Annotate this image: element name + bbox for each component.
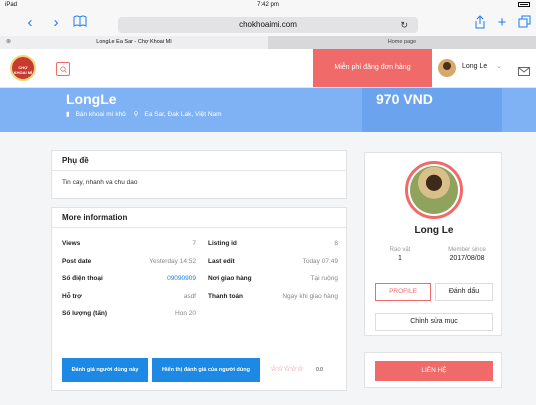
browser-toolbar: ‹ › chokhoaimi.com ↻ + <box>0 12 536 36</box>
listing-category[interactable]: Bán khoai mì khô <box>76 111 126 118</box>
more-info-card: More information Views 7 Listing id 8 Po… <box>51 207 347 391</box>
posts-stat: Rao vặt 1 <box>370 247 430 262</box>
forward-icon[interactable]: › <box>48 15 64 31</box>
info-key: Hỗ trợ <box>62 292 82 300</box>
stat-value: 1 <box>398 255 402 262</box>
ipad-screen: iPad 7:42 pm ‹ › chokhoaimi.com ↻ + ⊗ Lo… <box>0 0 536 405</box>
stat-label: Rao vặt <box>389 247 411 253</box>
rate-user-button[interactable]: Đánh giá người dùng này <box>62 358 148 382</box>
listing-meta: ▮ Bán khoai mì khô ⚲ Ea Sar, Đak Lak, Việt… <box>66 110 228 118</box>
bookmark-button[interactable]: Đánh dấu <box>435 283 493 301</box>
edit-listing-button[interactable]: Chỉnh sửa mục <box>375 313 493 331</box>
tab-home[interactable]: Home page <box>268 36 536 49</box>
close-icon[interactable]: ⊗ <box>6 36 11 49</box>
profile-name: Long Le <box>414 225 454 236</box>
search-button[interactable] <box>56 62 70 76</box>
tag-icon: ▮ <box>66 111 70 118</box>
seller-profile-card: Long Le Rao vặt 1 Member since 2017/08/0… <box>364 152 502 336</box>
info-value: Ngay khi giao hàng <box>282 292 338 300</box>
info-key: Listing id <box>208 240 237 247</box>
reload-icon[interactable]: ↻ <box>400 17 408 33</box>
chevron-down-icon: ⌄ <box>496 63 502 70</box>
info-row: Số điện thoại 09090909 Nơi giao hàng Tại… <box>62 275 338 293</box>
phone-link[interactable]: 09090909 <box>167 275 196 282</box>
star-rating-icon[interactable]: ☆☆☆☆☆ <box>270 364 304 373</box>
site-header: CHỢ KHOAI MÌ Miễn phí đăng đơn hàng Long… <box>0 49 536 88</box>
info-row: Hỗ trợ asdf Thanh toán Ngay khi giao hàn… <box>62 293 338 311</box>
location-pin-icon: ⚲ <box>133 111 139 118</box>
view-ratings-button[interactable]: Hiển thị đánh giá của người dùng <box>152 358 260 382</box>
info-key: Last edit <box>208 257 235 265</box>
tab-current[interactable]: ⊗ LongLe Ea Sar - Chợ Khoai Mì <box>0 36 268 49</box>
avatar[interactable] <box>405 161 463 219</box>
subtitle-card: Phụ đề Tin cay, nhanh va chu dao <box>51 150 347 199</box>
bookmarks-icon[interactable] <box>72 15 88 31</box>
contact-button[interactable]: LIÊN HỆ <box>375 361 493 381</box>
info-key: Thanh toán <box>208 292 244 300</box>
listing-title: LongLe <box>66 91 117 107</box>
tabs-overview-icon[interactable] <box>516 15 532 31</box>
url-text: chokhoaimi.com <box>239 20 297 29</box>
info-row: Số lượng (tấn) Hon 20 <box>62 310 338 328</box>
listing-price: 970 VND <box>376 91 433 107</box>
subtitle-text: Tin cay, nhanh va chu dao <box>62 179 138 186</box>
info-grid: Views 7 Listing id 8 Post date Yesterday… <box>62 240 338 328</box>
info-key: Nơi giao hàng <box>208 275 252 282</box>
share-icon[interactable] <box>472 15 488 31</box>
listing-location[interactable]: Ea Sar, Đak Lak, Việt Nam <box>144 111 221 118</box>
back-icon[interactable]: ‹ <box>22 15 38 31</box>
avatar <box>438 59 456 77</box>
stat-label: Member since <box>448 247 486 253</box>
free-post-button[interactable]: Miễn phí đăng đơn hàng <box>313 49 432 87</box>
info-key: Số lượng (tấn) <box>62 310 108 317</box>
listing-hero: LongLe ▮ Bán khoai mì khô ⚲ Ea Sar, Đak La… <box>0 88 536 132</box>
stat-value: 2017/08/08 <box>449 255 485 262</box>
user-name: Long Le <box>462 63 488 70</box>
info-value: Tại ruộng <box>310 275 338 282</box>
info-value: Hon 20 <box>175 310 196 317</box>
search-icon <box>60 66 67 73</box>
info-key: Views <box>62 240 81 247</box>
info-value: 8 <box>334 240 338 247</box>
new-tab-icon[interactable]: + <box>494 15 510 31</box>
info-key: Post date <box>62 257 92 265</box>
mail-icon[interactable] <box>518 63 530 81</box>
site-logo[interactable]: CHỢ KHOAI MÌ <box>10 55 36 81</box>
card-title: Phụ đề <box>52 151 346 171</box>
tab-label: LongLe Ea Sar - Chợ Khoai Mì <box>96 39 172 45</box>
status-bar: iPad 7:42 pm <box>0 0 536 12</box>
member-since-stat: Member since 2017/08/08 <box>437 247 497 262</box>
info-value: Today 07:49 <box>302 257 338 265</box>
tab-label: Home page <box>387 39 417 45</box>
info-row: Post date Yesterday 14:52 Last edit Toda… <box>62 258 338 276</box>
info-value: Yesterday 14:52 <box>149 257 196 265</box>
info-value: asdf <box>183 292 196 300</box>
user-menu[interactable]: Long Le ⌄ <box>432 49 510 87</box>
info-value: 7 <box>192 240 196 247</box>
profile-button[interactable]: PROFILE <box>375 283 431 301</box>
status-time: 7:42 pm <box>257 2 279 8</box>
info-key: Số điện thoại <box>62 275 103 282</box>
info-row: Views 7 Listing id 8 <box>62 240 338 258</box>
contact-card: LIÊN HỆ <box>364 352 502 388</box>
tab-bar: ⊗ LongLe Ea Sar - Chợ Khoai Mì Home page <box>0 36 536 49</box>
address-bar[interactable]: chokhoaimi.com ↻ <box>118 17 418 33</box>
card-title: More information <box>52 208 346 228</box>
battery-icon <box>518 2 530 8</box>
rating-score: 0.0 <box>316 367 323 373</box>
